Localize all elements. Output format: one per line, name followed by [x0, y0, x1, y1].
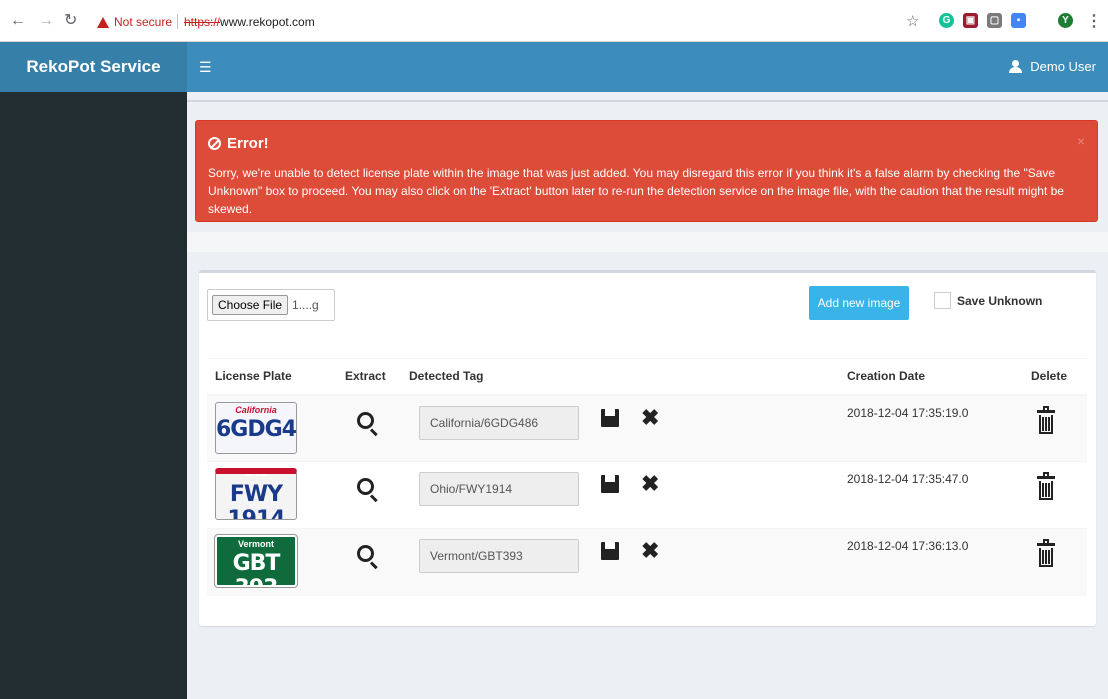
- close-icon[interactable]: ✖: [641, 405, 659, 431]
- top-navbar: ☰ Demo User: [187, 42, 1108, 92]
- trash-icon[interactable]: [1037, 539, 1055, 569]
- user-name: Demo User: [1030, 59, 1096, 74]
- creation-date-cell: 2018-12-04 17:35:47.0: [839, 461, 1023, 529]
- user-menu[interactable]: Demo User: [1009, 59, 1096, 74]
- shield-ext-icon[interactable]: ▣: [963, 13, 978, 28]
- plate-number-text: 6GDG486: [216, 416, 296, 442]
- detected-tag-input[interactable]: California/6GDG486: [419, 405, 579, 440]
- column-header-detected-tag: Detected Tag: [401, 358, 839, 396]
- sidebar-toggle-icon[interactable]: ☰: [199, 59, 212, 76]
- selected-file-name: 1....g: [292, 298, 319, 312]
- forward-arrow-icon[interactable]: →: [38, 13, 54, 29]
- plate-cell: Vermont GBT 393: [207, 528, 337, 596]
- browser-toolbar: ← → ↻ Not secure https://www.rekopot.com…: [0, 0, 1108, 42]
- delete-cell: [1023, 461, 1087, 529]
- alert-close-button[interactable]: ×: [1077, 133, 1085, 149]
- alert-message: Sorry, we're unable to detect license pl…: [208, 166, 1064, 216]
- add-new-image-button[interactable]: Add new image: [809, 286, 909, 320]
- url-scheme: https://: [184, 15, 221, 29]
- grammarly-icon[interactable]: G: [939, 13, 954, 28]
- column-header-creation-date: Creation Date: [839, 358, 1023, 396]
- plate-number-text: FWY 1914: [227, 482, 285, 520]
- plate-state-text: California: [235, 404, 277, 415]
- ban-icon: [208, 137, 221, 150]
- plate-cell: California 6GDG486: [207, 394, 337, 462]
- plate-state-text: Vermont: [237, 539, 274, 549]
- main-content: Error! Sorry, we're unable to detect lic…: [187, 92, 1108, 699]
- save-unknown-checkbox[interactable]: [934, 292, 951, 309]
- detected-tag-input[interactable]: Ohio/FWY1914: [419, 472, 579, 506]
- url-host: www.rekopot.com: [220, 15, 315, 29]
- save-icon[interactable]: [601, 408, 619, 427]
- table-header-row: License Plate Extract Detected Tag Creat…: [207, 358, 1087, 396]
- reload-icon[interactable]: ↻: [64, 13, 77, 29]
- profile-avatar[interactable]: Y: [1058, 13, 1073, 28]
- search-icon[interactable]: [357, 411, 379, 436]
- creation-date-cell: 2018-12-04 17:35:19.0: [839, 394, 1023, 462]
- close-icon[interactable]: ✖: [641, 471, 659, 497]
- save-icon[interactable]: [601, 475, 619, 493]
- user-icon: [1009, 60, 1023, 73]
- error-alert: Error! Sorry, we're unable to detect lic…: [195, 120, 1098, 222]
- file-input[interactable]: Choose File 1....g: [207, 289, 335, 321]
- plate-state-text: OHIO: [244, 468, 268, 478]
- table-row: California 6GDG486 California/6GDG486 ✖ …: [207, 394, 1087, 462]
- extract-cell: [337, 528, 401, 596]
- creation-date: 2018-12-04 17:35:47.0: [847, 472, 969, 486]
- sidebar: [0, 92, 187, 699]
- save-unknown-option[interactable]: Save Unknown: [934, 292, 1042, 309]
- bookmark-star-icon[interactable]: ☆: [906, 12, 919, 30]
- choose-file-button[interactable]: Choose File: [212, 295, 289, 315]
- alert-title: Error!: [227, 135, 269, 152]
- content-divider: [187, 100, 1108, 102]
- creation-date: 2018-12-04 17:35:19.0: [847, 405, 969, 420]
- plates-panel: Choose File 1....g Add new image Save Un…: [199, 270, 1096, 626]
- creation-date: 2018-12-04 17:36:13.0: [847, 539, 969, 553]
- blue-ext-icon[interactable]: ▪: [1011, 13, 1026, 28]
- back-arrow-icon[interactable]: ←: [10, 13, 26, 29]
- warning-triangle-icon: [97, 16, 109, 28]
- delete-cell: [1023, 394, 1087, 462]
- save-icon[interactable]: [601, 542, 619, 560]
- extract-cell: [337, 394, 401, 462]
- search-icon[interactable]: [357, 545, 379, 570]
- column-header-license-plate: License Plate: [207, 358, 337, 396]
- save-unknown-label: Save Unknown: [957, 293, 1043, 308]
- table-row: Vermont GBT 393 Vermont/GBT393 ✖ 2018-12…: [207, 528, 1087, 596]
- security-indicator[interactable]: Not secure: [97, 15, 172, 29]
- trash-icon[interactable]: [1037, 405, 1055, 436]
- column-header-extract: Extract: [337, 358, 401, 396]
- alert-title-row: Error!: [208, 135, 1085, 152]
- plate-number-text: GBT 393: [232, 551, 281, 585]
- security-label: Not secure: [114, 15, 173, 29]
- detected-tag-cell: Vermont/GBT393 ✖: [401, 528, 839, 596]
- detected-tag-cell: California/6GDG486 ✖: [401, 394, 839, 462]
- detected-tag-input[interactable]: Vermont/GBT393: [419, 539, 579, 573]
- license-plate-image[interactable]: California 6GDG486: [215, 401, 297, 454]
- trash-icon[interactable]: [1037, 472, 1055, 502]
- plate-cell: OHIO FWY 1914: [207, 461, 337, 529]
- address-bar[interactable]: https://www.rekopot.com: [184, 15, 315, 29]
- extract-cell: [337, 461, 401, 529]
- creation-date-cell: 2018-12-04 17:36:13.0: [839, 528, 1023, 596]
- column-header-delete: Delete: [1023, 358, 1087, 396]
- license-plate-image[interactable]: OHIO FWY 1914: [215, 468, 297, 520]
- content-spacer: [187, 232, 1108, 252]
- table-row: OHIO FWY 1914 Ohio/FWY1914 ✖ 2018-12-04 …: [207, 461, 1087, 529]
- search-icon[interactable]: [357, 478, 379, 503]
- close-icon[interactable]: ✖: [641, 538, 659, 564]
- detected-tag-cell: Ohio/FWY1914 ✖: [401, 461, 839, 529]
- browser-menu-icon[interactable]: ⋮: [1086, 11, 1102, 31]
- brand-logo[interactable]: RekoPot Service: [0, 42, 187, 92]
- license-plate-image[interactable]: Vermont GBT 393: [214, 534, 298, 588]
- delete-cell: [1023, 528, 1087, 596]
- plates-table: License Plate Extract Detected Tag Creat…: [207, 358, 1087, 596]
- pocket-ext-icon[interactable]: ▢: [987, 13, 1002, 28]
- address-separator: [177, 14, 178, 29]
